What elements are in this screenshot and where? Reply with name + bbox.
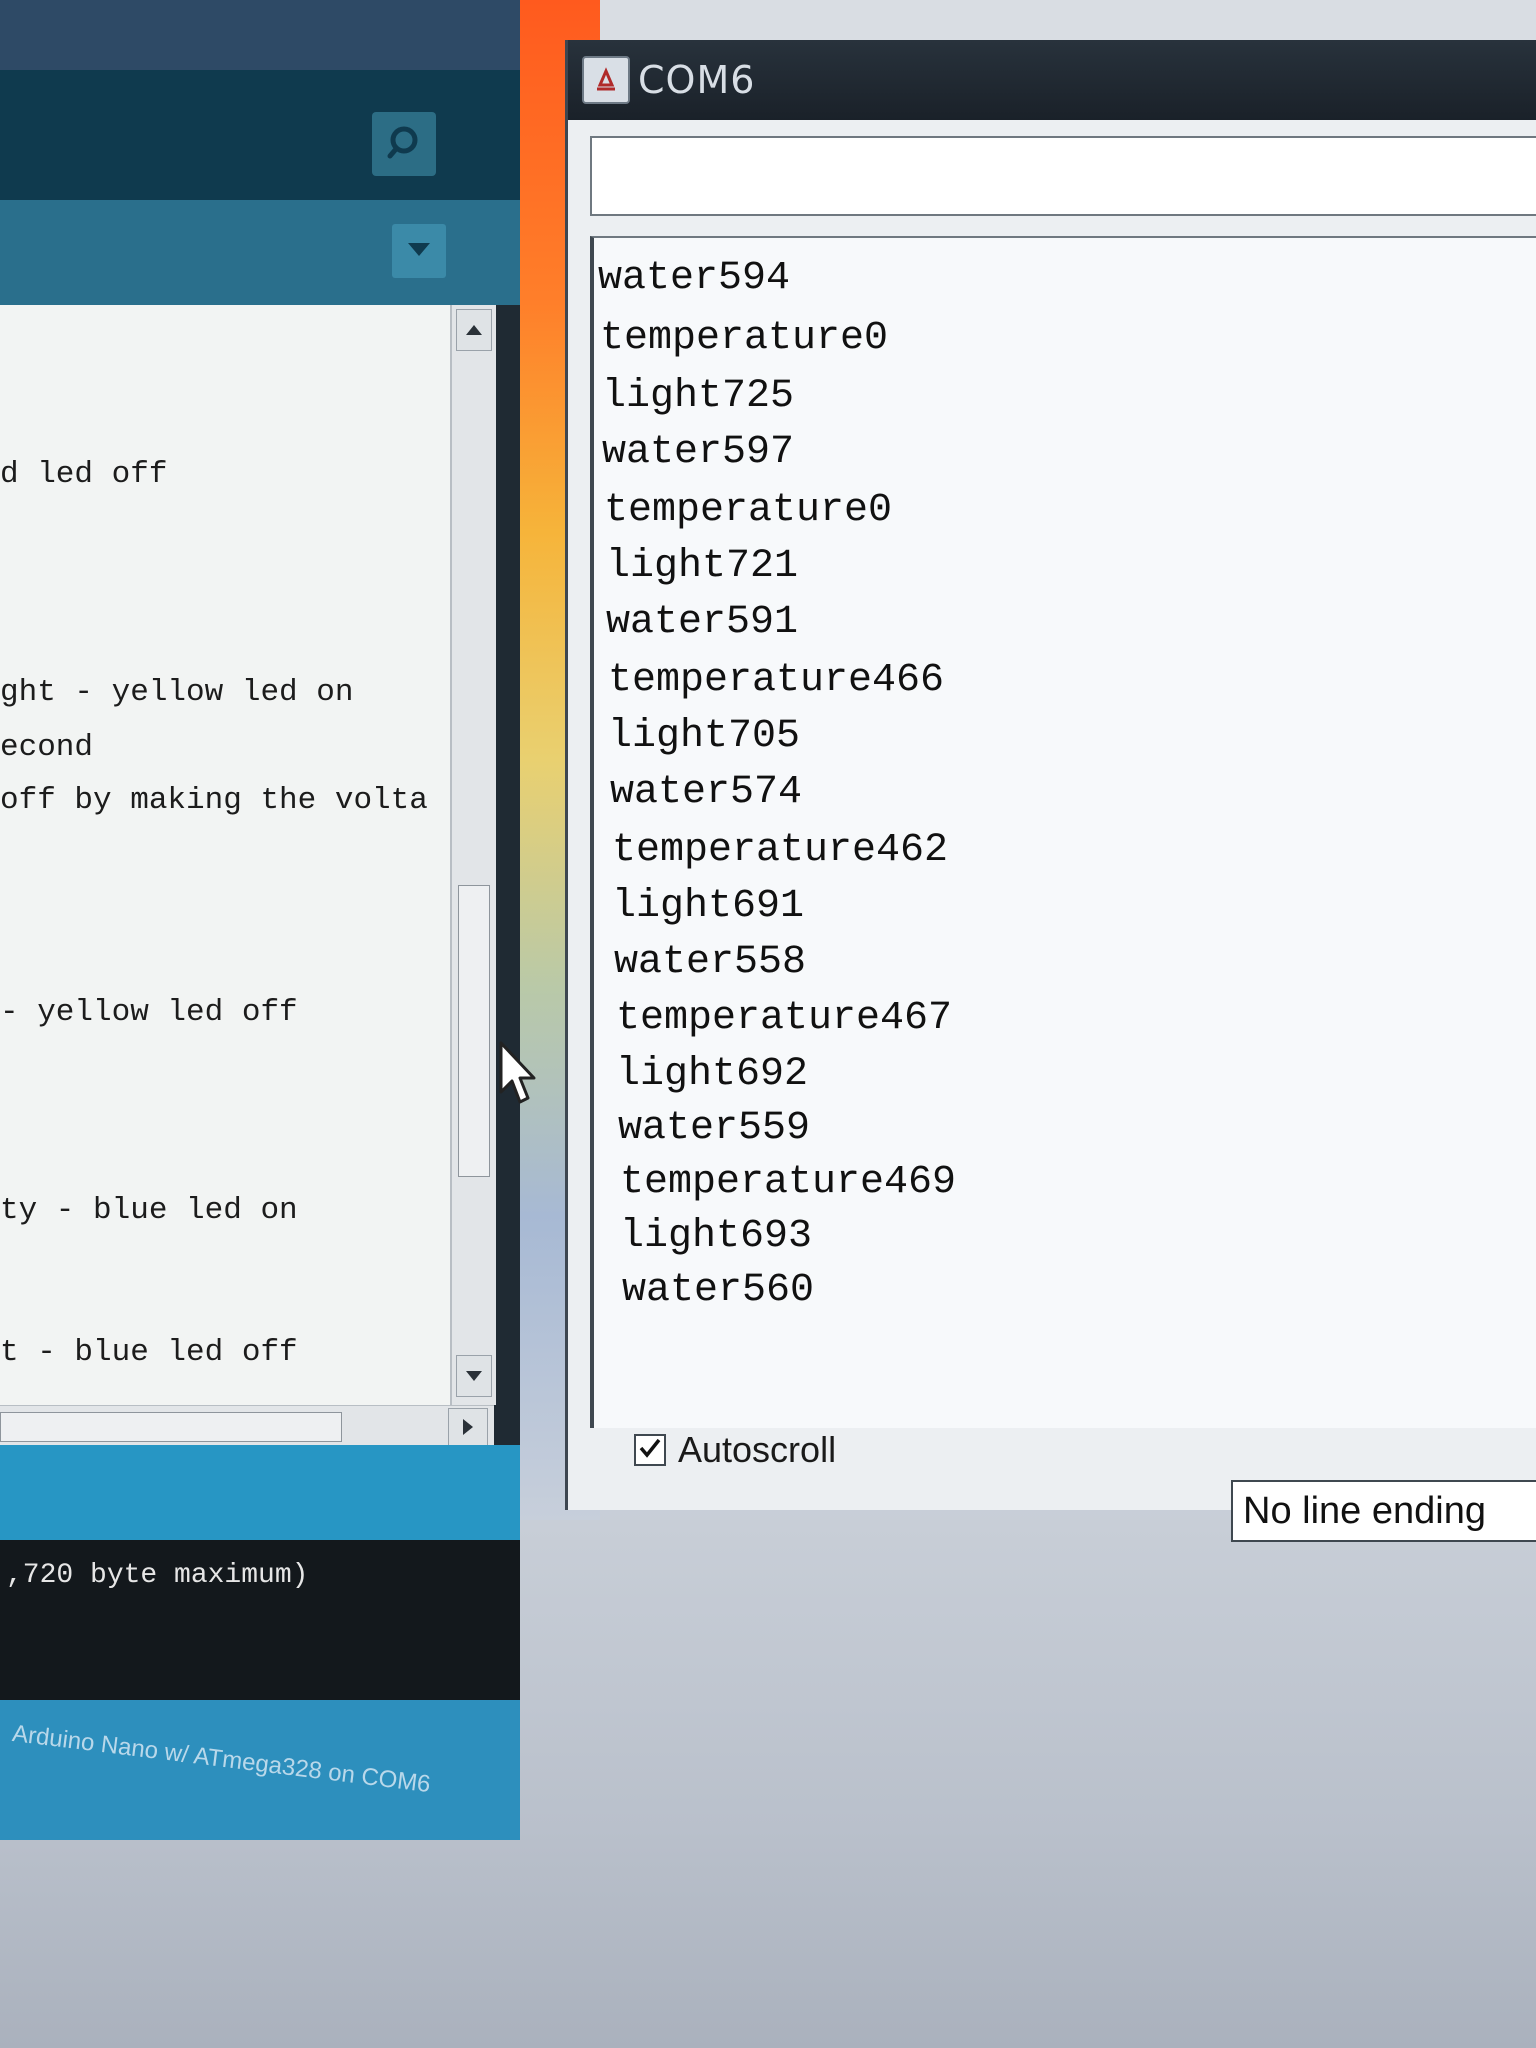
ide-status-bar: [0, 1445, 520, 1540]
output-line: temperature467: [616, 996, 953, 1041]
output-line: light691: [612, 884, 805, 929]
code-line: off by making the volta: [0, 783, 428, 818]
code-line: ght - yellow led on: [0, 675, 354, 710]
ide-title-bar: [0, 0, 520, 70]
serial-output-area[interactable]: water594 temperature0 light725 water597 …: [590, 236, 1536, 1428]
output-line: light693: [620, 1214, 813, 1259]
board-port-status: Arduino Nano w/ ATmega328 on COM6: [10, 1720, 432, 1799]
output-line: temperature466: [608, 658, 945, 703]
serial-monitor-button[interactable]: [372, 112, 436, 176]
output-line: water591: [606, 600, 799, 645]
tab-menu-button[interactable]: [392, 224, 446, 278]
serial-monitor-title-bar: COM6: [568, 40, 1536, 120]
checkmark-icon: [638, 1436, 662, 1465]
mouse-pointer-icon: [498, 1040, 538, 1110]
magnifier-icon: [384, 122, 424, 167]
output-line: light721: [606, 544, 799, 589]
code-line: t - blue led off: [0, 1335, 298, 1370]
ide-toolbar: [0, 70, 520, 200]
editor-horizontal-scrollbar[interactable]: [0, 1405, 494, 1446]
output-line: light705: [608, 714, 801, 759]
send-input[interactable]: [590, 136, 1536, 216]
output-line: temperature469: [620, 1160, 957, 1205]
scroll-down-arrow-icon[interactable]: [456, 1355, 492, 1397]
autoscroll-label: Autoscroll: [678, 1429, 837, 1470]
output-line: water574: [610, 770, 803, 815]
arduino-ide-window: d led off ght - yellow led on econd off …: [0, 0, 520, 1840]
output-line: light725: [602, 374, 795, 419]
scroll-up-arrow-icon[interactable]: [456, 309, 492, 351]
output-line: water558: [614, 940, 807, 985]
output-line: water559: [618, 1106, 811, 1151]
line-ending-select[interactable]: No line ending: [1231, 1480, 1536, 1542]
scroll-right-arrow-icon[interactable]: [448, 1408, 488, 1446]
output-line: temperature462: [612, 828, 949, 873]
output-line: light692: [616, 1052, 809, 1097]
window-title: COM6: [638, 58, 756, 102]
code-line: d led off: [0, 457, 168, 492]
chevron-down-icon: [406, 240, 432, 263]
hscrollbar-thumb[interactable]: [0, 1412, 342, 1442]
autoscroll-checkbox[interactable]: [634, 1434, 666, 1466]
scrollbar-thumb[interactable]: [458, 885, 490, 1177]
ide-footer: Arduino Nano w/ ATmega328 on COM6: [0, 1700, 520, 1840]
code-line: econd: [0, 730, 94, 765]
output-line: water560: [622, 1268, 815, 1313]
serial-monitor-window: COM6 water594 temperature0 light725 wate…: [565, 40, 1536, 1542]
console-message: ,720 byte maximum): [6, 1560, 309, 1591]
output-line: temperature0: [604, 488, 893, 533]
code-editor[interactable]: d led off ght - yellow led on econd off …: [0, 305, 450, 1405]
code-line: ty - blue led on: [0, 1193, 298, 1228]
output-line: water594: [598, 256, 791, 301]
output-line: temperature0: [600, 316, 889, 361]
code-line: - yellow led off: [0, 995, 298, 1030]
output-line: water597: [602, 430, 795, 475]
arduino-app-icon: [582, 56, 630, 104]
editor-vertical-scrollbar[interactable]: [450, 305, 496, 1405]
line-ending-value: No line ending: [1243, 1489, 1486, 1532]
autoscroll-control[interactable]: Autoscroll: [634, 1425, 836, 1475]
ide-tab-bar: [0, 200, 520, 305]
